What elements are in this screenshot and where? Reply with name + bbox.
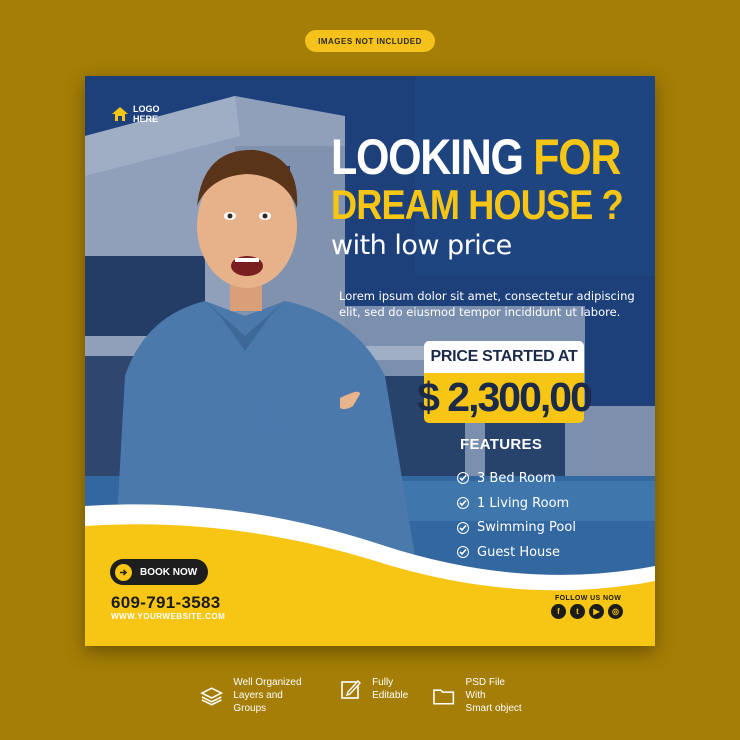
house-icon: [112, 107, 128, 121]
layers-icon: [200, 686, 224, 706]
price-value: $ 2,300,00: [417, 371, 593, 423]
bottom-item-label: Fully Editable: [372, 677, 409, 701]
description-text: Lorem ipsum dolor sit amet, consectetur …: [339, 289, 635, 319]
logo-line1: LOGO: [133, 104, 160, 114]
headline-dream-house: DREAM HOUSE ?: [331, 181, 624, 228]
bottom-item-label: PSD File With Smart object: [465, 677, 522, 714]
images-not-included-badge: IMAGES NOT INCLUDED: [305, 30, 435, 52]
social-icons: f t ▶ ◎: [551, 604, 623, 619]
feature-item: Guest House: [457, 540, 576, 565]
feature-label: 1 Living Room: [477, 495, 570, 511]
youtube-icon[interactable]: ▶: [589, 604, 604, 619]
logo: LOGO HERE: [111, 104, 160, 124]
check-icon: [457, 546, 469, 559]
check-icon: [457, 497, 469, 510]
headline-looking: LOOKING: [331, 129, 524, 185]
price-box: $ 2,300,00 PRICE STARTED AT: [417, 341, 593, 423]
facebook-icon[interactable]: f: [551, 604, 566, 619]
edit-icon: [341, 679, 362, 699]
feature-label: 3 Bed Room: [477, 470, 556, 486]
feature-label: Swimming Pool: [477, 520, 576, 536]
bottom-features-bar: Well Organized Layers and Groups Fully E…: [200, 676, 550, 715]
headline-line1: LOOKING FOR: [331, 132, 623, 182]
bottom-item-psd: PSD File With Smart object: [432, 676, 526, 715]
feature-item: 3 Bed Room: [457, 466, 576, 491]
feature-item: Swimming Pool: [457, 515, 576, 540]
follow-us-label: FOLLOW US NOW: [555, 595, 622, 602]
website-link[interactable]: WWW.YOURWEBSITE.COM: [111, 612, 225, 621]
headline-subtitle: with low price: [331, 230, 512, 261]
arrow-right-icon: [115, 563, 132, 581]
bottom-item-layers: Well Organized Layers and Groups: [200, 676, 316, 715]
headline-for: FOR: [533, 129, 621, 185]
phone-number[interactable]: 609-791-3583: [111, 593, 220, 613]
bottom-item-editable: Fully Editable: [340, 676, 408, 702]
features-title: FEATURES: [460, 436, 543, 453]
book-now-label: BOOK NOW: [140, 566, 198, 578]
instagram-icon[interactable]: ◎: [608, 604, 623, 619]
check-icon: [457, 472, 469, 485]
feature-label: Guest House: [477, 544, 561, 560]
headline: LOOKING FOR DREAM HOUSE ? with low price: [331, 132, 655, 259]
book-now-button[interactable]: BOOK NOW: [110, 559, 208, 585]
feature-item: 1 Living Room: [457, 491, 576, 516]
twitter-icon[interactable]: t: [570, 604, 585, 619]
poster: LOGO HERE LOOKING FOR DREAM HOUSE ? with…: [85, 76, 655, 646]
bottom-item-label: Well Organized Layers and Groups: [233, 677, 302, 714]
logo-line2: HERE: [133, 114, 159, 124]
folder-icon: [433, 688, 455, 705]
features-list: 3 Bed Room 1 Living Room Swimming Pool G…: [457, 466, 576, 565]
price-label: PRICE STARTED AT: [424, 341, 584, 373]
check-icon: [457, 521, 469, 534]
